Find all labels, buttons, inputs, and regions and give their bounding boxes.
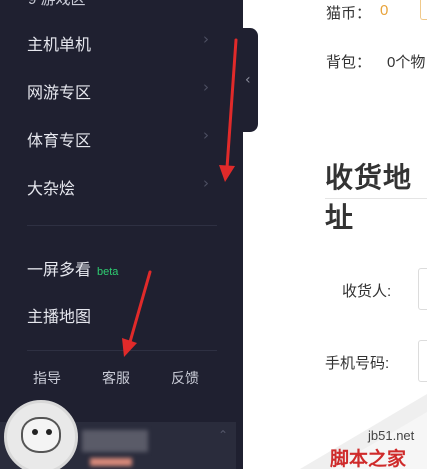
annotation-arrow: [122, 270, 152, 357]
watermark-site: jb51.net: [368, 428, 415, 443]
annotation-arrow: [219, 38, 238, 182]
watermark-name: 脚本之家: [330, 449, 407, 469]
